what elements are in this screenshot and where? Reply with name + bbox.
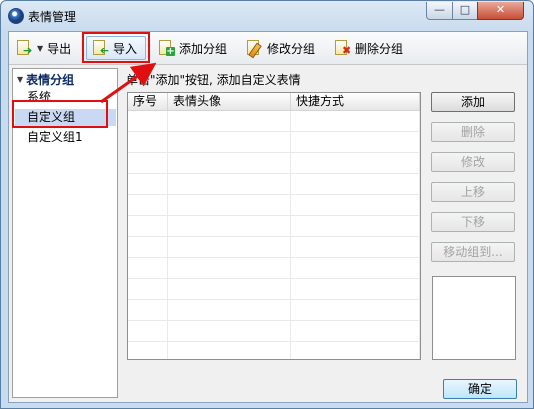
- table-cell: [168, 300, 291, 320]
- table-cell: [168, 216, 291, 236]
- table-cell: [291, 111, 420, 131]
- app-icon: [8, 8, 24, 24]
- minimize-button[interactable]: —: [426, 2, 453, 20]
- dialog-client-area: ➔ ▼ 导出 ➔ 导入 + 添加分组 修改分组 ✖ 删除分组 ▼ 表情分组 系统…: [8, 31, 528, 403]
- table-cell: [128, 153, 168, 173]
- table-cell: [128, 279, 168, 299]
- empty-rows: [128, 111, 420, 359]
- close-button[interactable]: ✕: [477, 2, 524, 20]
- dropdown-caret-icon[interactable]: ▼: [37, 44, 43, 53]
- emoticon-manager-window: 表情管理 — □ ✕ ➔ ▼ 导出 ➔ 导入 + 添加分组 修改分组 ✖ 删除分…: [0, 0, 534, 409]
- edit-group-label: 修改分组: [267, 41, 316, 56]
- table-cell: [128, 216, 168, 236]
- table-cell: [291, 237, 420, 257]
- column-header-index[interactable]: 序号: [128, 93, 168, 110]
- table-row[interactable]: [128, 174, 420, 195]
- table-cell: [168, 153, 291, 173]
- table-cell: [128, 237, 168, 257]
- table-row[interactable]: [128, 342, 420, 359]
- table-cell: [128, 111, 168, 131]
- delete-group-label: 删除分组: [355, 41, 404, 56]
- move-down-button[interactable]: 下移: [431, 212, 515, 232]
- list-header: 序号 表情头像 快捷方式: [128, 93, 420, 111]
- expand-triangle-icon[interactable]: ▼: [17, 75, 23, 84]
- table-row[interactable]: [128, 132, 420, 153]
- table-row[interactable]: [128, 300, 420, 321]
- window-title: 表情管理: [28, 10, 77, 24]
- tree-header[interactable]: ▼ 表情分组: [17, 71, 74, 88]
- table-cell: [128, 342, 168, 359]
- table-cell: [168, 132, 291, 152]
- table-row[interactable]: [128, 111, 420, 132]
- table-cell: [168, 237, 291, 257]
- table-row[interactable]: [128, 153, 420, 174]
- table-cell: [168, 258, 291, 278]
- tree-header-label: 表情分组: [26, 73, 75, 87]
- table-cell: [168, 195, 291, 215]
- table-cell: [168, 321, 291, 341]
- title-bar[interactable]: 表情管理 — □ ✕: [1, 1, 533, 31]
- table-cell: [291, 174, 420, 194]
- tree-item-custom-group-1[interactable]: 自定义组1: [27, 129, 83, 146]
- table-cell: [128, 132, 168, 152]
- add-group-button[interactable]: + 添加分组: [153, 36, 235, 60]
- delete-group-icon: ✖: [333, 39, 351, 57]
- import-highlight-box: [82, 32, 150, 63]
- delete-button[interactable]: 删除: [431, 122, 515, 142]
- export-button[interactable]: ➔ ▼ 导出: [11, 36, 77, 60]
- maximize-button[interactable]: □: [452, 2, 478, 20]
- add-group-label: 添加分组: [179, 41, 228, 56]
- table-row[interactable]: [128, 321, 420, 342]
- emoticon-list[interactable]: 序号 表情头像 快捷方式: [127, 92, 421, 360]
- emoticon-panel: 单击"添加"按钮, 添加自定义表情 序号 表情头像 快捷方式 添加 删除 修改 …: [122, 68, 524, 374]
- move-up-button[interactable]: 上移: [431, 182, 515, 202]
- table-cell: [168, 342, 291, 359]
- table-row[interactable]: [128, 195, 420, 216]
- table-cell: [291, 321, 420, 341]
- table-row[interactable]: [128, 237, 420, 258]
- edit-group-button[interactable]: 修改分组: [241, 36, 323, 60]
- delete-group-button[interactable]: ✖ 删除分组: [329, 36, 413, 60]
- table-cell: [128, 195, 168, 215]
- table-cell: [168, 174, 291, 194]
- hint-text: 单击"添加"按钮, 添加自定义表情: [126, 73, 301, 87]
- table-cell: [291, 258, 420, 278]
- emoticon-preview: [432, 276, 516, 360]
- table-row[interactable]: [128, 216, 420, 237]
- export-icon: ➔: [15, 39, 33, 57]
- add-group-icon: +: [157, 39, 175, 57]
- table-cell: [168, 279, 291, 299]
- table-cell: [291, 195, 420, 215]
- move-to-group-button[interactable]: 移动组到...: [431, 242, 515, 262]
- table-cell: [128, 321, 168, 341]
- export-label: 导出: [47, 41, 72, 56]
- custom-group-highlight-box: [12, 100, 108, 128]
- table-row[interactable]: [128, 258, 420, 279]
- edit-button[interactable]: 修改: [431, 152, 515, 172]
- table-row[interactable]: [128, 279, 420, 300]
- table-cell: [291, 300, 420, 320]
- table-cell: [128, 174, 168, 194]
- table-cell: [291, 216, 420, 236]
- table-cell: [291, 132, 420, 152]
- table-cell: [291, 342, 420, 359]
- edit-group-icon: [245, 39, 263, 59]
- table-cell: [291, 153, 420, 173]
- ok-button[interactable]: 确定: [443, 379, 517, 399]
- table-cell: [168, 111, 291, 131]
- column-header-shortcut[interactable]: 快捷方式: [291, 93, 420, 110]
- add-button[interactable]: 添加: [431, 92, 515, 112]
- table-cell: [291, 279, 420, 299]
- table-cell: [128, 300, 168, 320]
- column-header-avatar[interactable]: 表情头像: [168, 93, 291, 110]
- table-cell: [128, 258, 168, 278]
